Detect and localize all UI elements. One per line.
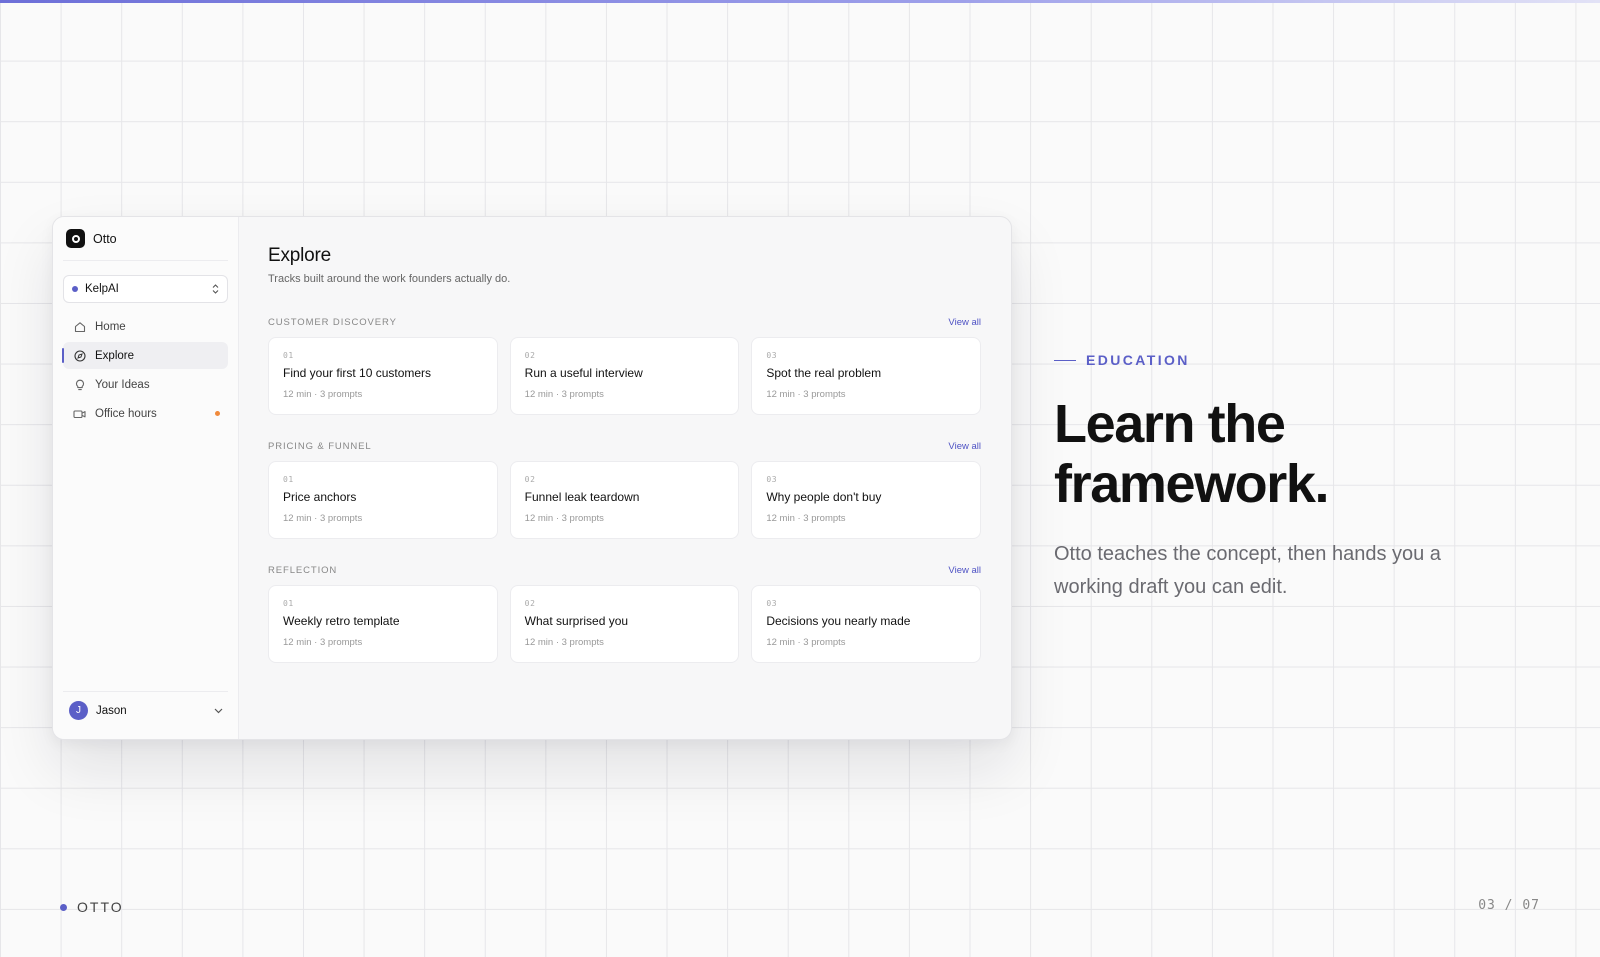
sidebar: Otto KelpAI Home Explore Your Ideas Offi…	[53, 217, 239, 739]
card-number: 01	[283, 599, 294, 608]
hero-title-line: framework.	[1054, 454, 1330, 514]
card-number: 02	[524, 351, 536, 360]
card-number: 01	[283, 351, 294, 360]
track-card[interactable]: 02 Funnel leak teardown 12 min · 3 promp…	[509, 461, 740, 539]
card-number: 03	[766, 599, 778, 608]
section-reflection: REFLECTION View all 01 Weekly retro temp…	[268, 563, 982, 663]
user-menu[interactable]: J Jason	[63, 691, 228, 729]
hero-title: Learn the framework.	[1054, 394, 1554, 514]
card-title: Funnel leak teardown	[524, 490, 640, 504]
footer-brand-text: OTTO	[77, 899, 124, 915]
footer-dot	[60, 903, 67, 911]
workspace-dot	[72, 286, 78, 292]
hero: EDUCATION Learn the framework. Otto teac…	[1054, 352, 1554, 604]
sidebar-item-label: Office hours	[95, 407, 157, 420]
card-number: 02	[524, 475, 536, 484]
compass-icon	[73, 349, 86, 362]
section-customer-discovery: CUSTOMER DISCOVERY View all 01 Find your…	[268, 315, 982, 415]
card-meta: 12 min · 3 prompts	[766, 389, 846, 400]
otto-logo-icon	[66, 229, 85, 248]
sidebar-item-label: Explore	[95, 349, 134, 362]
hero-body: Otto teaches the concept, then hands you…	[1054, 543, 1441, 598]
card-number: 02	[524, 599, 536, 608]
card-meta: 12 min · 3 prompts	[283, 513, 363, 524]
card-title: Decisions you nearly made	[766, 614, 911, 628]
track-card[interactable]: 03 Decisions you nearly made 12 min · 3 …	[751, 585, 982, 663]
track-card[interactable]: 01 Weekly retro template 12 min · 3 prom…	[268, 585, 498, 663]
hero-title-line: Learn the	[1054, 394, 1286, 454]
card-number: 01	[283, 475, 294, 484]
card-meta: 12 min · 3 prompts	[766, 513, 846, 524]
workspace-switcher[interactable]: KelpAI	[63, 275, 228, 303]
eyebrow-text: EDUCATION	[1086, 352, 1190, 368]
eyebrow: EDUCATION	[1054, 352, 1554, 368]
explore-main: Explore Tracks built around the work fou…	[239, 217, 1011, 739]
track-card[interactable]: 01 Price anchors 12 min · 3 prompts	[268, 461, 498, 539]
sidebar-item-label: Your Ideas	[95, 378, 150, 391]
sidebar-item-home[interactable]: Home	[63, 313, 228, 340]
section-title: CUSTOMER DISCOVERY	[268, 316, 397, 328]
card-meta: 12 min · 3 prompts	[524, 637, 604, 648]
page-title: Explore	[268, 245, 332, 266]
track-card[interactable]: 02 What surprised you 12 min · 3 prompts	[509, 585, 740, 663]
user-name: Jason	[96, 704, 127, 717]
slide-pager: 03 / 07	[1478, 898, 1540, 913]
app-window: Otto KelpAI Home Explore Your Ideas Offi…	[52, 216, 1012, 740]
card-title: Price anchors	[283, 490, 357, 504]
chevron-up-down-icon	[212, 284, 219, 294]
card-title: Weekly retro template	[283, 614, 400, 628]
chevron-down-icon	[212, 705, 224, 717]
card-meta: 12 min · 3 prompts	[283, 389, 363, 400]
card-number: 03	[766, 351, 778, 360]
track-card[interactable]: 01 Find your first 10 customers 12 min ·…	[268, 337, 498, 415]
card-number: 03	[766, 475, 778, 484]
sidebar-item-label: Home	[95, 320, 126, 333]
notification-badge	[215, 411, 220, 416]
track-card[interactable]: 03 Spot the real problem 12 min · 3 prom…	[751, 337, 982, 415]
view-all-link[interactable]: View all	[948, 317, 981, 328]
home-icon	[73, 320, 86, 333]
track-card[interactable]: 02 Run a useful interview 12 min · 3 pro…	[509, 337, 740, 415]
eyebrow-line	[1054, 359, 1076, 361]
track-card[interactable]: 03 Why people don't buy 12 min · 3 promp…	[751, 461, 982, 539]
sidebar-nav: Home Explore Your Ideas Office hours	[62, 313, 228, 427]
brand-name: Otto	[93, 231, 117, 246]
sidebar-item-explore[interactable]: Explore	[62, 342, 228, 369]
view-all-link[interactable]: View all	[948, 441, 981, 452]
card-title: Spot the real problem	[766, 366, 882, 380]
sidebar-item-office-hours[interactable]: Office hours	[63, 400, 228, 427]
card-meta: 12 min · 3 prompts	[524, 389, 604, 400]
avatar: J	[69, 701, 88, 720]
top-accent-bar	[0, 0, 1600, 3]
card-meta: 12 min · 3 prompts	[283, 637, 363, 648]
page-subtitle: Tracks built around the work founders ac…	[268, 273, 511, 285]
sidebar-item-your-ideas[interactable]: Your Ideas	[63, 371, 228, 398]
card-meta: 12 min · 3 prompts	[766, 637, 846, 648]
card-title: Why people don't buy	[766, 490, 882, 504]
video-icon	[73, 407, 86, 420]
lightbulb-icon	[73, 378, 86, 391]
view-all-link[interactable]: View all	[948, 565, 981, 576]
card-meta: 12 min · 3 prompts	[524, 513, 604, 524]
workspace-name: KelpAI	[85, 283, 119, 295]
section-title: PRICING & FUNNEL	[268, 440, 372, 452]
section-pricing-funnel: PRICING & FUNNEL View all 01 Price ancho…	[268, 439, 982, 539]
brand[interactable]: Otto	[63, 217, 228, 261]
card-title: Find your first 10 customers	[283, 366, 432, 380]
footer-brand: OTTO	[60, 899, 124, 915]
section-title: REFLECTION	[268, 564, 338, 576]
card-title: Run a useful interview	[524, 366, 643, 380]
card-title: What surprised you	[524, 614, 629, 628]
